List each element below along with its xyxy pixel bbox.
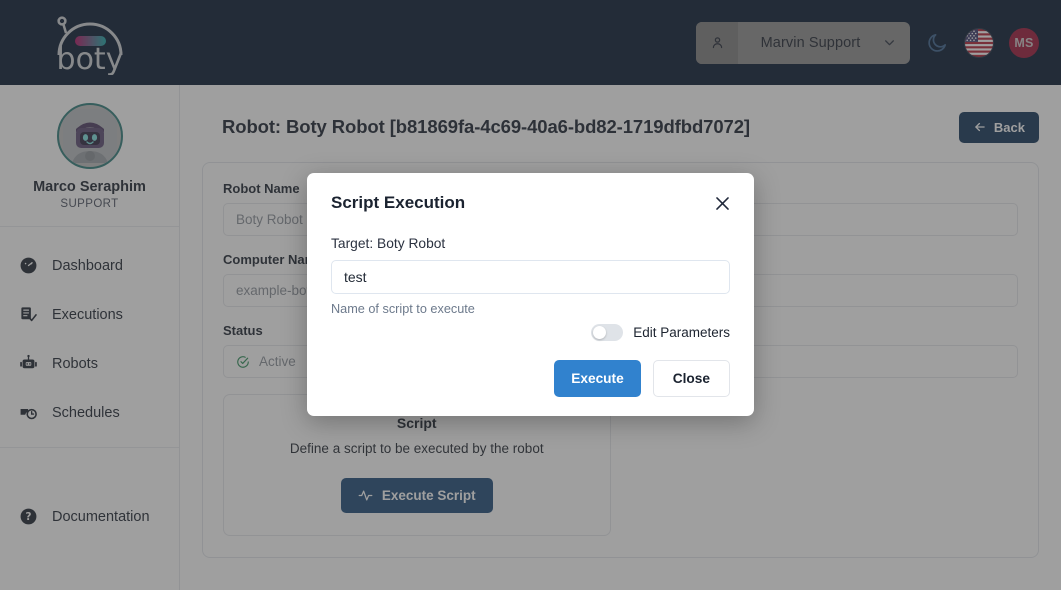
close-icon — [713, 194, 732, 213]
script-execution-modal: Script Execution Target: Boty Robot Name… — [307, 173, 754, 416]
modal-target-text: Target: Boty Robot — [331, 236, 730, 251]
close-button[interactable] — [709, 190, 736, 217]
toggle-knob — [593, 326, 606, 339]
modal-close-button[interactable]: Close — [653, 360, 730, 397]
modal-title: Script Execution — [331, 193, 730, 213]
edit-parameters-row: Edit Parameters — [331, 324, 730, 341]
script-name-help-text: Name of script to execute — [331, 302, 730, 316]
script-name-input[interactable] — [331, 260, 730, 294]
execute-button[interactable]: Execute — [554, 360, 641, 397]
modal-actions: Execute Close — [331, 360, 730, 397]
edit-parameters-toggle[interactable] — [591, 324, 623, 341]
edit-parameters-label: Edit Parameters — [633, 325, 730, 340]
